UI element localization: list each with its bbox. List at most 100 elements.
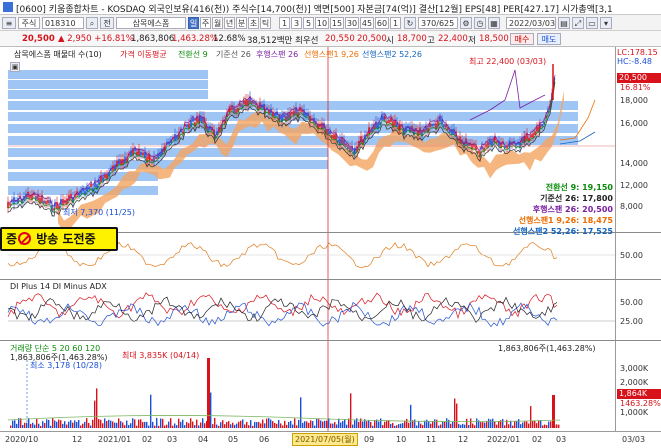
volume-bar [80,425,82,428]
volume-bar [296,425,298,428]
volume-bar [226,421,228,428]
legend-item: 전환선 9: 19,150 [545,183,613,192]
volume-bar [334,422,336,428]
volume-bar [256,422,258,428]
panel-options-icon[interactable]: ▣ [10,62,20,72]
volume-bar [374,420,376,428]
osc-tick: 50.00 [620,251,643,260]
volume-bar [30,423,32,428]
volume-bar [62,423,64,428]
candle-body [337,140,339,143]
volume-bar [280,423,282,428]
volume-bar [424,420,426,428]
volume-bar [238,421,240,428]
ichimoku-label-3: 후행스팬 26 [256,50,299,59]
volume-bar [404,420,406,428]
broadcast-sticker: 증 방송 도전중 [0,227,118,251]
volume-bar [434,419,436,428]
volume-bar [260,423,262,428]
candle-body [142,152,144,156]
candle-body [235,108,237,113]
volume-bar [70,420,72,428]
volume-bar [408,422,410,428]
volume-bar [276,423,278,428]
volume-bar [466,418,468,428]
candle-body [134,148,136,151]
dmi-tick: 50.00 [620,298,643,307]
x-cursor-date: 2021/07/05(월) [292,433,358,446]
volume-bar [248,425,250,428]
volume-bar [298,419,300,428]
volume-bar [158,425,160,428]
volume-bar [294,418,296,428]
ichimoku-legend: 전환선 9: 19,150 기준선 26: 17,800 후행스팬 26: 20… [513,182,613,237]
candle-body [138,149,140,156]
candle-body [345,143,347,147]
volume-bar [504,425,506,428]
volume-bar [472,423,474,428]
volume-bar [400,423,402,428]
volume-bar [114,422,116,428]
volume-bar [40,425,42,428]
volume-bar [362,421,364,428]
candle-body [251,100,253,104]
candle-body [386,121,388,124]
volume-bar [366,421,368,428]
candle-body [47,199,49,204]
panel-divider[interactable] [0,279,661,280]
candle-body [388,120,390,124]
prohibited-icon [18,232,32,245]
volume-bar [524,421,526,428]
volume-current-bar [552,395,555,428]
volume-bar [128,424,130,428]
price-tag-pct: 16.81% [620,83,651,92]
candle-body [431,123,433,127]
volume-tick: 2,000K [620,378,649,387]
volume-bar [402,423,404,428]
volume-bar [382,425,384,428]
volume-bar [346,424,348,428]
legend-item: 선행스팬2 52,26: 17,525 [513,227,613,236]
candle-body [9,203,11,206]
volume-bar [474,425,476,428]
panel-divider[interactable] [0,340,661,341]
sticker-prefix: 증 [6,232,18,246]
volume-bar [516,420,518,428]
volume-bar [368,420,370,428]
volume-bar [312,421,314,428]
volume-bar [528,423,530,428]
volume-bar [144,421,146,428]
volume-bar [188,423,190,428]
volume-bar [278,420,280,428]
candle-body [321,122,323,130]
volume-bar [210,392,212,428]
volume-bar [200,422,202,428]
volume-bar [54,420,56,428]
volume-bar [394,425,396,428]
volume-tag: 1,864K [617,389,661,399]
volume-bar [458,423,460,428]
volume-bar [204,423,206,428]
volume-bar [304,421,306,428]
volume-bar [102,423,104,428]
volume-bar [44,422,46,428]
candle-body [483,147,485,151]
volume-bar [508,424,510,428]
volume-bar [266,418,268,428]
volume-bar [430,423,432,428]
ichimoku-label-5: 선행스팬2 52,26 [362,50,422,59]
candle-body [151,158,153,162]
volume-bar [218,425,220,428]
volume-bar [76,421,78,428]
volume-bar [372,425,374,428]
volume-bar [46,419,48,428]
volume-bar [288,421,290,428]
volume-tick: 1,000K [620,408,649,417]
volume-bar [190,418,192,428]
volume-bar [386,420,388,428]
volume-bar [88,422,90,428]
volume-bar [558,424,560,428]
max-price-label: 최고 22,400 (03/03) [469,57,547,66]
x-tick: 12 [458,435,469,444]
volume-bar [100,419,102,428]
